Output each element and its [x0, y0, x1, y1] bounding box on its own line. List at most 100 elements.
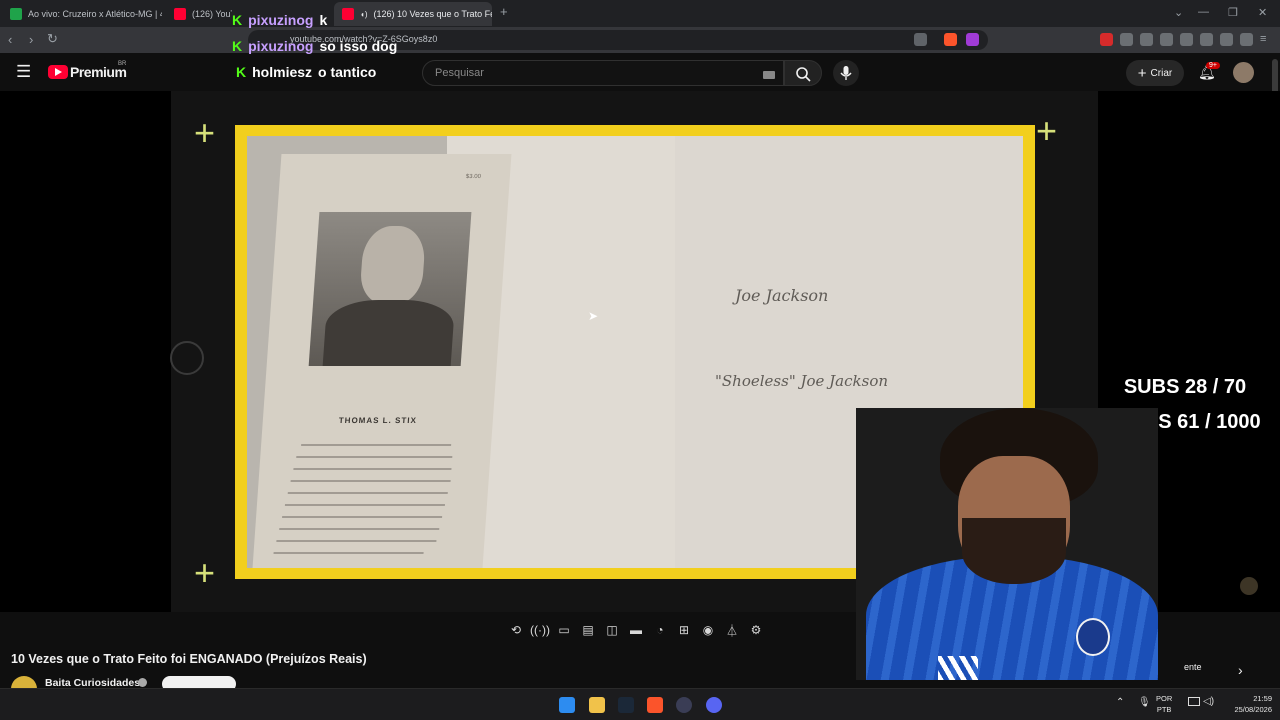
add-icon[interactable]: ⊞ — [676, 622, 692, 638]
chat-message: K pixuzinog k — [232, 12, 327, 28]
video-title: 10 Vezes que o Trato Feito foi ENGANADO … — [11, 652, 367, 666]
clock-time: 21:59 — [1253, 694, 1272, 703]
tab-label: (126) YouTube — [192, 9, 232, 19]
subtitles-icon[interactable]: ▭ — [556, 622, 572, 638]
speaker-icon: ◖) — [360, 9, 368, 19]
print-line — [284, 504, 446, 506]
browser-toolbar: ‹ › ↻ youtube.com/watch?v=Z-6SGoys8z0 ≡ — [0, 27, 1280, 53]
volume-icon[interactable]: ◁) — [1203, 696, 1214, 707]
rewards-icon[interactable] — [966, 33, 979, 46]
search-icon — [796, 67, 811, 82]
steam-icon[interactable] — [618, 697, 634, 713]
keyboard-icon[interactable] — [763, 71, 775, 79]
clapper-icon[interactable]: ▤ — [580, 622, 596, 638]
ai-icon[interactable] — [1220, 33, 1233, 46]
photo-caption: THOMAS L. STIX — [338, 416, 418, 425]
plus-icon: + — [1137, 64, 1147, 82]
kick-logo-icon: K — [236, 64, 247, 80]
tab-search-icon[interactable]: ⌄ — [1174, 6, 1183, 19]
smiley-decoration-icon — [170, 341, 204, 375]
hamburger-menu-icon[interactable]: ☰ — [16, 62, 31, 82]
extension-icon[interactable] — [1100, 33, 1113, 46]
microphone-icon — [840, 66, 852, 80]
music-icon[interactable] — [1160, 33, 1173, 46]
wallet-icon[interactable] — [1200, 33, 1213, 46]
tab-label: (126) 10 Vezes que o Trato Fe — [373, 9, 493, 19]
brave-icon[interactable] — [647, 697, 663, 713]
file-explorer-icon[interactable] — [589, 697, 605, 713]
tab-current-video[interactable]: ◖) (126) 10 Vezes que o Trato Fe ✕ — [334, 2, 492, 26]
network-icon[interactable] — [1188, 697, 1200, 706]
language-indicator[interactable]: POR PTB — [1156, 693, 1172, 715]
search-input[interactable]: Pesquisar — [422, 60, 784, 86]
restore-button[interactable]: ❐ — [1228, 6, 1238, 19]
print-line — [301, 444, 452, 446]
print-line — [282, 516, 443, 518]
plus-decoration-icon: + — [194, 552, 216, 593]
plus-decoration-icon: + — [194, 112, 216, 153]
plus-decoration-icon: + — [1036, 110, 1058, 151]
tab-cruzeiro-live[interactable]: Ao vivo: Cruzeiro x Atlético-MG | 4º d — [2, 2, 162, 26]
brave-shield-icon[interactable] — [944, 33, 957, 46]
frame-icon[interactable]: ◫ — [604, 622, 620, 638]
discord-icon[interactable] — [706, 697, 722, 713]
reload-icon[interactable]: ↻ — [47, 31, 58, 47]
club-crest-icon — [1076, 618, 1110, 656]
author-face — [358, 226, 427, 304]
youtube-logo-icon[interactable] — [48, 65, 68, 79]
player-controls: ⟲ ((·)) ▭ ▤ ◫ ▬ ◔ ⊞ ◉ ⏃ ⚙ — [500, 618, 772, 642]
language-code: POR — [1156, 694, 1173, 703]
chevron-right-icon[interactable]: › — [1238, 662, 1243, 678]
broadcast-icon[interactable]: ((·)) — [530, 622, 550, 638]
voice-search-button[interactable] — [833, 60, 859, 86]
tray-chevron-icon[interactable]: ⌃ — [1116, 697, 1124, 708]
gamepad-icon[interactable] — [1120, 33, 1133, 46]
microphone-tray-icon[interactable]: 🎙︎ — [1138, 697, 1151, 708]
forward-icon[interactable]: › — [29, 32, 33, 47]
app-icon[interactable] — [676, 697, 692, 713]
print-line — [296, 456, 453, 458]
create-button[interactable]: + Criar — [1126, 60, 1184, 86]
chat-message: K pixuzinog so isso dog — [232, 38, 397, 54]
loop-icon[interactable]: ⟲ — [508, 622, 524, 638]
chat-text: o tantico — [318, 64, 377, 80]
cat-decoration-icon — [1240, 577, 1258, 595]
book-price: $3.00 — [465, 174, 482, 180]
minimize-button[interactable]: — — [1198, 6, 1209, 18]
author-photo — [308, 212, 472, 366]
back-icon[interactable]: ‹ — [8, 32, 12, 47]
signature-shoeless-joe-jackson: "Shoeless" Joe Jackson — [715, 372, 889, 390]
search-button[interactable] — [784, 60, 822, 86]
settings-icon[interactable]: ⚙ — [748, 622, 764, 638]
vpn-icon[interactable] — [1240, 33, 1253, 46]
speed-icon[interactable]: ◔ — [652, 622, 668, 638]
new-tab-button[interactable]: + — [500, 4, 508, 19]
kick-logo-icon: K — [232, 12, 243, 28]
puzzle-icon[interactable] — [1140, 33, 1153, 46]
theater-icon[interactable]: ▬ — [628, 622, 644, 638]
sidebar-icon[interactable] — [1180, 33, 1193, 46]
keyboard-layout: PTB — [1156, 705, 1172, 714]
search-placeholder: Pesquisar — [435, 67, 484, 79]
notifications-badge: 9+ — [1206, 62, 1220, 69]
youtube-favicon-icon — [174, 8, 186, 20]
subs-goal: SUBS 28 / 70 — [1123, 376, 1247, 398]
close-window-button[interactable]: ✕ — [1258, 6, 1267, 19]
create-label: Criar — [1150, 67, 1173, 79]
windows-taskbar: ⌃ 🎙︎ POR PTB ◁) 21:59 25/08/2026 — [0, 688, 1280, 720]
cast-icon[interactable] — [914, 33, 927, 46]
chat-text: k — [319, 12, 328, 28]
windows-start-icon[interactable] — [559, 697, 575, 713]
clock[interactable]: 21:59 25/08/2026 — [1216, 693, 1272, 715]
mouse-cursor-icon: ➤ — [588, 309, 599, 323]
side-label: ente — [1184, 662, 1202, 672]
print-line — [273, 552, 424, 554]
print-line — [279, 528, 440, 530]
tab-youtube[interactable]: (126) YouTube — [166, 2, 232, 26]
avatar[interactable] — [1233, 62, 1254, 83]
menu-icon[interactable]: ≡ — [1260, 33, 1273, 46]
book-flyleaf: $3.00 THOMAS L. STIX — [252, 154, 512, 568]
screenshot-icon[interactable]: ◉ — [700, 622, 716, 638]
kick-logo-icon: K — [232, 38, 243, 54]
lab-icon[interactable]: ⏃ — [724, 622, 740, 638]
